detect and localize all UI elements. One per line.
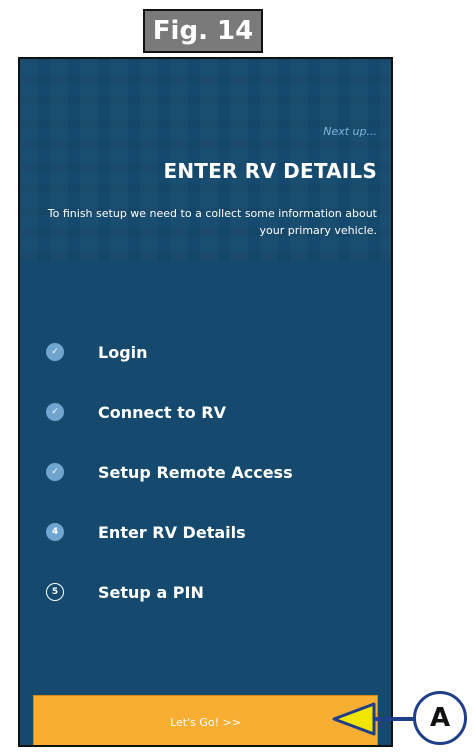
callout-marker: A <box>413 691 467 745</box>
callout-arrow-icon <box>332 702 414 736</box>
